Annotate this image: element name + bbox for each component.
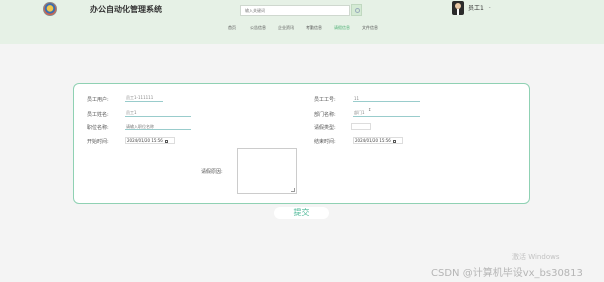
employee-name-field[interactable] (125, 110, 191, 117)
chevron-down-icon[interactable]: ⌄ (488, 4, 491, 9)
top-header: 办公自动化管理系统 员工1 ⌄ (0, 0, 604, 44)
end-time-field[interactable]: 2024/01/20 15:56 (353, 137, 403, 144)
employee-name-label: 员工姓名: (87, 112, 109, 118)
nav-item-home[interactable]: 首页 (228, 25, 236, 31)
leave-type-label: 请假类型: (314, 125, 336, 131)
leave-reason-textarea[interactable] (237, 148, 297, 194)
position-label: 职位名称: (87, 125, 109, 131)
department-select[interactable] (353, 110, 420, 117)
avatar[interactable] (452, 1, 464, 15)
activate-windows-watermark: 激活 Windows (512, 253, 560, 261)
search-input[interactable] (240, 5, 350, 16)
employee-account-label: 员工用户: (87, 97, 109, 103)
end-time-label: 结束时间: (314, 139, 336, 145)
app-title: 办公自动化管理系统 (90, 5, 162, 14)
nav-item-attendance[interactable]: 考勤信息 (306, 25, 322, 31)
nav-item-files[interactable]: 文件信息 (362, 25, 378, 31)
main-nav: 首页 公告信息 企业资讯 考勤信息 请假信息 文件信息 (0, 24, 604, 36)
csdn-watermark: CSDN @计算机毕设vx_bs30813 (431, 268, 583, 279)
start-time-label: 开始时间: (87, 139, 109, 145)
employee-no-label: 员工工号: (314, 97, 336, 103)
calendar-icon[interactable] (392, 139, 396, 143)
nav-item-news[interactable]: 企业资讯 (278, 25, 294, 31)
leave-type-select[interactable] (351, 123, 371, 130)
user-name[interactable]: 员工1 (468, 3, 484, 12)
employee-account-field[interactable] (125, 95, 163, 102)
logo-icon (43, 2, 57, 16)
search-button[interactable] (351, 4, 362, 16)
nav-item-notices[interactable]: 公告信息 (250, 25, 266, 31)
employee-no-field[interactable] (353, 95, 420, 102)
end-time-value: 2024/01/20 15:56 (355, 138, 391, 143)
start-time-value: 2024/01/20 15:56 (127, 138, 163, 143)
department-label: 部门名称: (314, 112, 336, 118)
calendar-icon[interactable] (164, 139, 168, 143)
submit-button[interactable]: 提交 (274, 207, 329, 219)
position-field[interactable] (125, 123, 191, 130)
select-arrow-icon[interactable]: ↕ (368, 107, 371, 112)
leave-reason-label: 请假原因: (201, 169, 223, 175)
start-time-field[interactable]: 2024/01/20 15:56 (125, 137, 175, 144)
nav-item-leave[interactable]: 请假信息 (334, 25, 350, 31)
